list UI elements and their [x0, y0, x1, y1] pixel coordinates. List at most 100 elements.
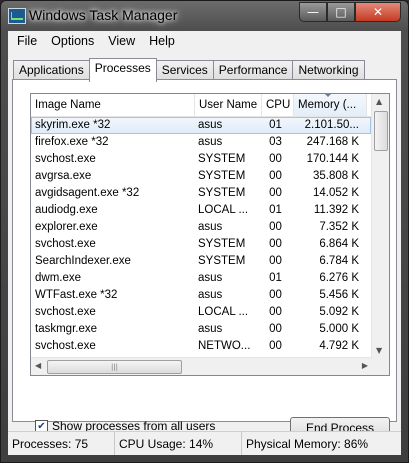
process-row[interactable]: explorer.exe asus 00 7.352 K [31, 219, 371, 236]
process-cpu: 01 [269, 272, 282, 284]
process-row[interactable]: SearchIndexer.exe SYSTEM 00 6.784 K [31, 253, 371, 270]
status-processes: Processes: 75 [8, 432, 115, 455]
scroll-up-icon[interactable]: ▲ [376, 97, 382, 106]
column-cpu[interactable]: CPU [262, 94, 294, 116]
scroll-down-icon[interactable]: ▼ [376, 346, 382, 355]
menu-options[interactable]: Options [44, 31, 101, 51]
process-user-name: asus [198, 323, 223, 335]
process-cpu: 00 [269, 340, 282, 352]
tab-performance[interactable]: Performance [212, 60, 294, 81]
process-image-name: explorer.exe [35, 221, 98, 233]
process-image-name: taskmgr.exe [35, 323, 97, 335]
menu-help[interactable]: Help [142, 31, 182, 51]
process-memory: 7.352 K [319, 221, 359, 233]
process-cpu: 00 [269, 306, 282, 318]
process-row[interactable]: taskmgr.exe asus 00 5.000 K [31, 321, 371, 338]
process-user-name: LOCAL ... [198, 204, 249, 216]
process-user-name: LOCAL ... [198, 306, 249, 318]
process-memory: 5.092 K [319, 306, 359, 318]
process-memory: 4.792 K [319, 340, 359, 352]
process-image-name: avgidsagent.exe *32 [35, 187, 140, 199]
process-row[interactable]: avgrsa.exe SYSTEM 00 35.808 K [31, 168, 371, 185]
tab-processes[interactable]: Processes [88, 58, 157, 82]
process-image-name: svchost.exe [35, 306, 96, 318]
process-list[interactable]: Image Name User Name CPU Memory (... sky… [30, 93, 390, 376]
process-memory: 247.168 K [306, 136, 359, 148]
horizontal-scroll-thumb[interactable]: ||| [47, 360, 182, 374]
process-cpu: 03 [269, 136, 282, 148]
process-cpu: 00 [269, 323, 282, 335]
horizontal-scrollbar[interactable]: ◀ ||| ▶ [31, 357, 372, 375]
column-image-name[interactable]: Image Name [31, 94, 195, 116]
process-image-name: firefox.exe *32 [35, 136, 109, 148]
process-image-name: skyrim.exe *32 [35, 119, 111, 131]
processes-panel: Image Name User Name CPU Memory (... sky… [12, 79, 397, 439]
process-cpu: 00 [269, 255, 282, 267]
process-memory: 6.276 K [319, 272, 359, 284]
scroll-left-icon[interactable]: ◀ [35, 361, 41, 370]
process-user-name: asus [198, 119, 223, 131]
process-memory: 6.784 K [319, 255, 359, 267]
process-cpu: 00 [269, 153, 282, 165]
process-row[interactable]: audiodg.exe LOCAL ... 01 11.392 K [31, 202, 371, 219]
process-cpu: 00 [269, 289, 282, 301]
process-image-name: svchost.exe [35, 153, 96, 165]
menu-view[interactable]: View [101, 31, 142, 51]
task-manager-window: Windows Task Manager — □ ✕ File Options … [0, 0, 409, 463]
process-row[interactable]: firefox.exe *32 asus 03 247.168 K [31, 134, 371, 151]
process-user-name: asus [198, 289, 223, 301]
process-row[interactable]: svchost.exe NETWO... 00 4.792 K [31, 338, 371, 355]
process-memory: 35.808 K [312, 170, 359, 182]
column-memory[interactable]: Memory (... [294, 94, 367, 116]
process-cpu: 00 [269, 238, 282, 250]
window-title: Windows Task Manager [29, 7, 178, 23]
process-cpu: 00 [269, 187, 282, 199]
title-bar[interactable]: Windows Task Manager — □ ✕ [1, 1, 408, 31]
process-image-name: dwm.exe [35, 272, 82, 284]
column-header-row: Image Name User Name CPU Memory (... [31, 94, 389, 117]
process-user-name: SYSTEM [198, 255, 246, 267]
process-memory: 6.864 K [319, 238, 359, 250]
process-cpu: 01 [269, 119, 282, 131]
process-user-name: SYSTEM [198, 187, 246, 199]
tab-networking[interactable]: Networking [292, 60, 365, 81]
close-button[interactable]: ✕ [355, 2, 401, 22]
status-cpu-usage: CPU Usage: 14% [115, 432, 242, 455]
tab-applications[interactable]: Applications [13, 60, 90, 81]
process-user-name: asus [198, 221, 223, 233]
menu-bar: File Options View Help [8, 31, 401, 51]
process-memory: 170.144 K [306, 153, 359, 165]
column-memory-label: Memory (... [298, 99, 357, 111]
vertical-scroll-thumb[interactable] [374, 111, 388, 151]
scroll-right-icon[interactable]: ▶ [362, 361, 368, 370]
process-cpu: 01 [269, 204, 282, 216]
process-image-name: WTFast.exe *32 [35, 289, 118, 301]
process-user-name: SYSTEM [198, 238, 246, 250]
process-memory: 14.052 K [312, 187, 359, 199]
process-row[interactable]: avgidsagent.exe *32 SYSTEM 00 14.052 K [31, 185, 371, 202]
scroll-corner [372, 358, 389, 375]
process-row[interactable]: skyrim.exe *32 asus 01 2.101.50... [31, 117, 371, 134]
process-image-name: avgrsa.exe [35, 170, 92, 182]
maximize-button[interactable]: □ [327, 2, 355, 22]
process-user-name: SYSTEM [198, 170, 246, 182]
process-row[interactable]: svchost.exe LOCAL ... 00 5.092 K [31, 304, 371, 321]
minimize-button[interactable]: — [299, 2, 327, 22]
process-row[interactable]: dwm.exe asus 01 6.276 K [31, 270, 371, 287]
process-image-name: svchost.exe [35, 340, 96, 352]
process-rows: skyrim.exe *32 asus 01 2.101.50... firefox.e… [31, 117, 371, 355]
process-image-name: SearchIndexer.exe [35, 255, 131, 267]
process-image-name: svchost.exe [35, 238, 96, 250]
process-user-name: asus [198, 136, 223, 148]
column-user-name[interactable]: User Name [195, 94, 262, 116]
tab-services[interactable]: Services [155, 60, 214, 81]
process-row[interactable]: WTFast.exe *32 asus 00 5.456 K [31, 287, 371, 304]
vertical-scrollbar[interactable]: ▲ ▼ [371, 94, 389, 358]
process-cpu: 00 [269, 170, 282, 182]
process-row[interactable]: svchost.exe SYSTEM 00 6.864 K [31, 236, 371, 253]
menu-file[interactable]: File [10, 31, 44, 51]
process-user-name: SYSTEM [198, 153, 246, 165]
process-memory: 5.456 K [319, 289, 359, 301]
process-user-name: asus [198, 272, 223, 284]
process-row[interactable]: svchost.exe SYSTEM 00 170.144 K [31, 151, 371, 168]
